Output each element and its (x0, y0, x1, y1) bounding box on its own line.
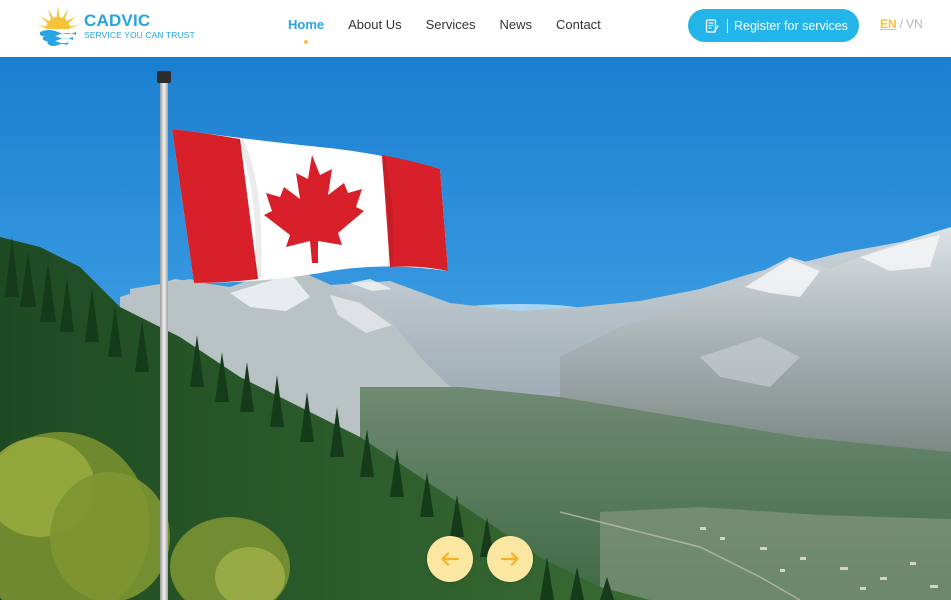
nav-item-about-us[interactable]: About Us (348, 16, 401, 34)
nav-item-home[interactable]: Home (288, 16, 325, 44)
nav-item-label: Home (288, 17, 325, 32)
nav-item-label: Contact (555, 17, 601, 32)
button-divider (727, 18, 728, 33)
language-option-en[interactable]: EN (880, 17, 897, 31)
arrow-right-icon (501, 552, 519, 566)
nav-item-services[interactable]: Services (426, 16, 476, 34)
arrow-left-icon (441, 552, 459, 566)
nav-item-news[interactable]: News (499, 16, 532, 34)
brand-tagline: SERVICE YOU CAN TRUST (84, 29, 195, 40)
site-logo[interactable]: CADVIC SERVICE YOU CAN TRUST (36, 4, 195, 48)
language-switcher: EN / VN (880, 17, 923, 31)
nav-item-label: Services (425, 17, 476, 32)
sun-over-waves-logo-icon (37, 6, 79, 46)
language-option-vn[interactable]: VN (906, 17, 923, 31)
nav-item-label: News (499, 17, 532, 32)
register-button-label: Register for services (734, 18, 848, 33)
brand-name: CADVIC (84, 10, 151, 30)
nav-item-contact[interactable]: Contact (556, 16, 601, 34)
hero-slider (0, 57, 951, 600)
logo-text: CADVIC SERVICE YOU CAN TRUST (84, 10, 195, 41)
main-nav: Home About Us Services News Contact (288, 16, 601, 44)
slider-prev-button[interactable] (427, 536, 473, 582)
slider-next-button[interactable] (487, 536, 533, 582)
hero-image (0, 57, 951, 600)
site-header: CADVIC SERVICE YOU CAN TRUST Home About … (0, 0, 951, 57)
nav-item-label: About Us (348, 17, 402, 32)
form-document-icon (705, 18, 719, 33)
register-for-services-button[interactable]: Register for services (688, 9, 859, 42)
language-separator: / (899, 17, 904, 31)
active-indicator-dot (304, 40, 309, 44)
